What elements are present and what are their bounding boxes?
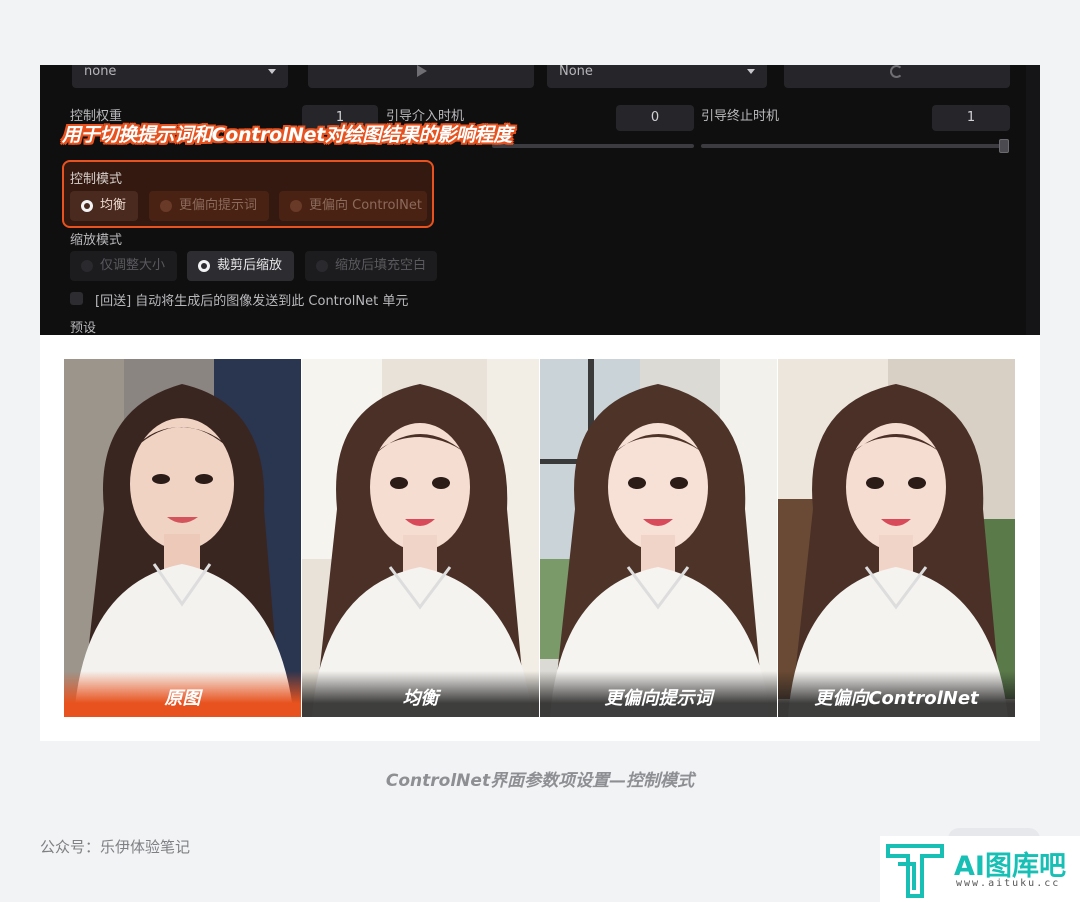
figure-caption: ControlNet界面参数项设置—控制模式 [385, 771, 695, 791]
control-mode-controlnet[interactable]: 更偏向 ControlNet [279, 191, 427, 221]
control-mode-balanced[interactable]: 均衡 [70, 191, 138, 221]
guidance-start-slider[interactable] [492, 144, 694, 148]
photo-original: 原图 [64, 359, 301, 717]
photo-controlnet: 更偏向ControlNet [778, 359, 1015, 717]
guidance-start-input[interactable]: 0 [616, 105, 694, 131]
guidance-end-slider[interactable] [701, 144, 1005, 148]
account-name: 公众号：乐伊体验笔记 [40, 838, 191, 856]
preprocessor-dropdown-value: none [84, 65, 117, 79]
control-mode-prompt[interactable]: 更偏向提示词 [149, 191, 269, 221]
resize-mode-just-resize[interactable]: 仅调整大小 [70, 251, 177, 281]
chevron-down-icon [747, 69, 755, 74]
refresh-icon [890, 65, 903, 78]
refresh-models-button[interactable] [784, 65, 1010, 88]
radio-label: 裁剪后缩放 [217, 258, 283, 273]
play-icon [417, 65, 427, 77]
control-mode-label: 控制模式 [70, 172, 123, 187]
radio-label: 更偏向提示词 [179, 198, 258, 213]
panel-scrollbar[interactable] [1026, 65, 1040, 335]
content-card: none None 控制权重 1 引导介入时机 0 引导终止时机 1 用于切换提… [40, 65, 1040, 741]
radio-selected-icon [198, 260, 210, 272]
photo-prompt: 更偏向提示词 [540, 359, 777, 717]
photo-caption: 更偏向ControlNet [778, 671, 1015, 717]
preprocessor-dropdown[interactable]: none [72, 65, 288, 88]
radio-icon [160, 200, 172, 212]
photo-balanced: 均衡 [302, 359, 539, 717]
preset-label: 预设 [70, 321, 97, 335]
radio-selected-icon [81, 200, 93, 212]
radio-label: 仅调整大小 [100, 258, 166, 273]
photo-caption: 原图 [64, 671, 301, 717]
guidance-end-label: 引导终止时机 [701, 109, 780, 124]
model-dropdown[interactable]: None [547, 65, 767, 88]
model-dropdown-value: None [559, 65, 593, 79]
logo-url: www.aituku.cc [956, 878, 1061, 889]
photo-caption: 更偏向提示词 [540, 671, 777, 717]
resize-mode-crop-resize[interactable]: 裁剪后缩放 [187, 251, 294, 281]
radio-label: 缩放后填充空白 [335, 258, 427, 273]
resize-mode-fill[interactable]: 缩放后填充空白 [305, 251, 437, 281]
run-preprocessor-button[interactable] [308, 65, 534, 88]
logo-mark-icon [886, 844, 944, 898]
radio-label: 均衡 [100, 198, 127, 213]
loopback-label: [回送] 自动将生成后的图像发送到此 ControlNet 单元 [95, 294, 409, 309]
radio-icon [316, 260, 328, 272]
callout-annotation: 用于切换提示词和ControlNet对绘图结果的影响程度 [62, 124, 513, 146]
radio-icon [290, 200, 302, 212]
radio-label: 更偏向 ControlNet [309, 198, 422, 213]
comparison-photos: 原图 均衡 更偏向提示词 更偏向ControlNet [64, 359, 1016, 717]
resize-mode-label: 缩放模式 [70, 233, 123, 248]
chevron-down-icon [268, 69, 276, 74]
photo-caption: 均衡 [302, 671, 539, 717]
loopback-checkbox[interactable] [70, 292, 83, 305]
guidance-end-slider-thumb[interactable] [999, 139, 1009, 153]
radio-icon [81, 260, 93, 272]
watermark-logo: AI图库吧 www.aituku.cc [880, 836, 1080, 902]
guidance-end-input[interactable]: 1 [932, 105, 1010, 131]
controlnet-settings-panel: none None 控制权重 1 引导介入时机 0 引导终止时机 1 用于切换提… [40, 65, 1040, 335]
